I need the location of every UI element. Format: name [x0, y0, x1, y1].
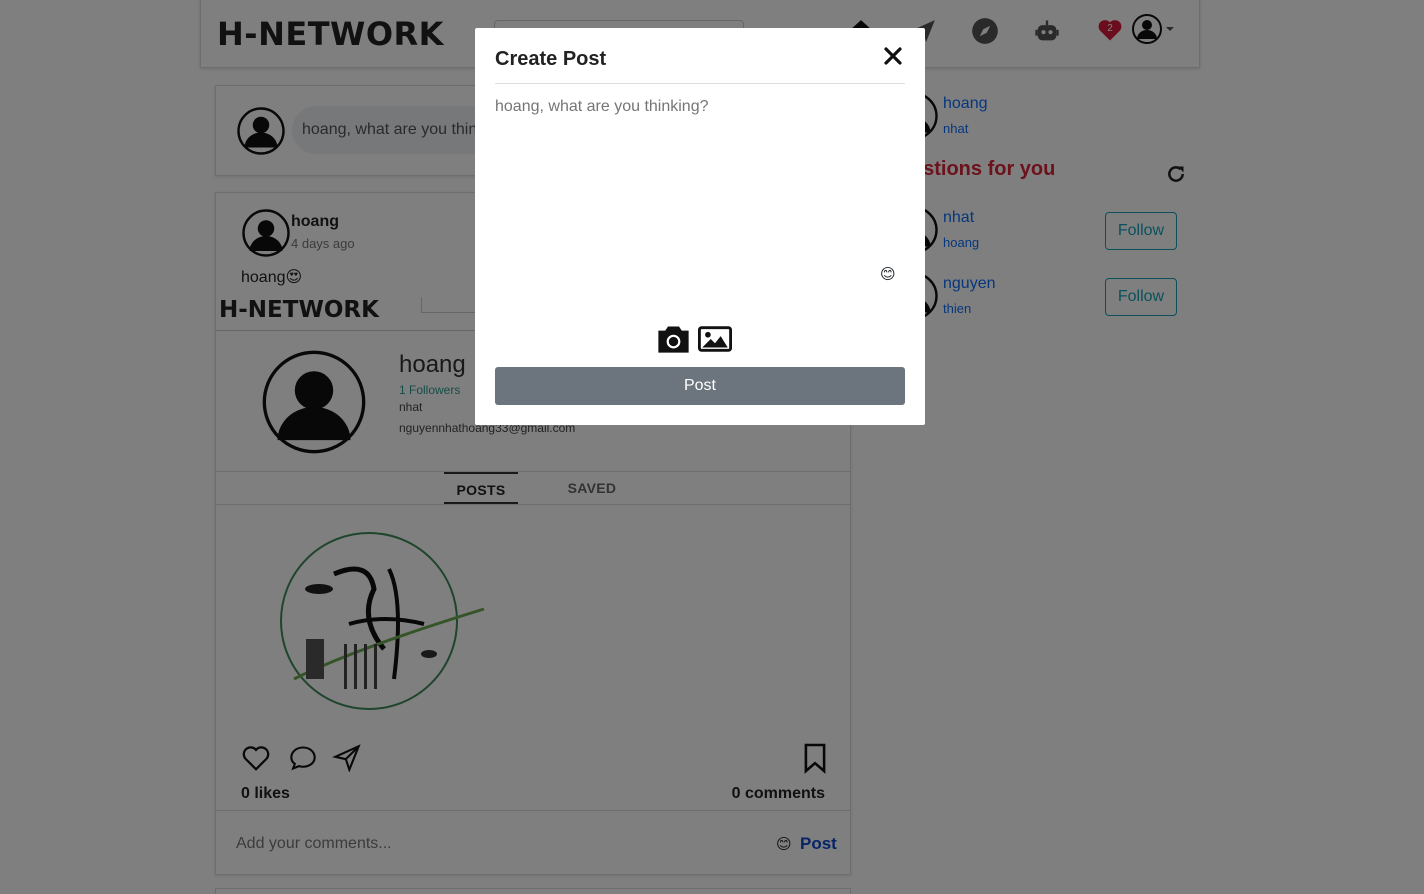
submit-post-button[interactable]: Post: [495, 367, 905, 405]
image-upload-icon[interactable]: [698, 326, 732, 352]
create-post-modal: Create Post 😊 Post: [475, 28, 925, 425]
emoji-picker-icon[interactable]: 😊: [880, 265, 896, 283]
camera-icon[interactable]: [657, 325, 690, 354]
modal-divider: [495, 83, 905, 84]
close-icon[interactable]: [881, 44, 905, 68]
post-content-textarea[interactable]: [495, 98, 905, 298]
modal-title: Create Post: [495, 48, 607, 70]
